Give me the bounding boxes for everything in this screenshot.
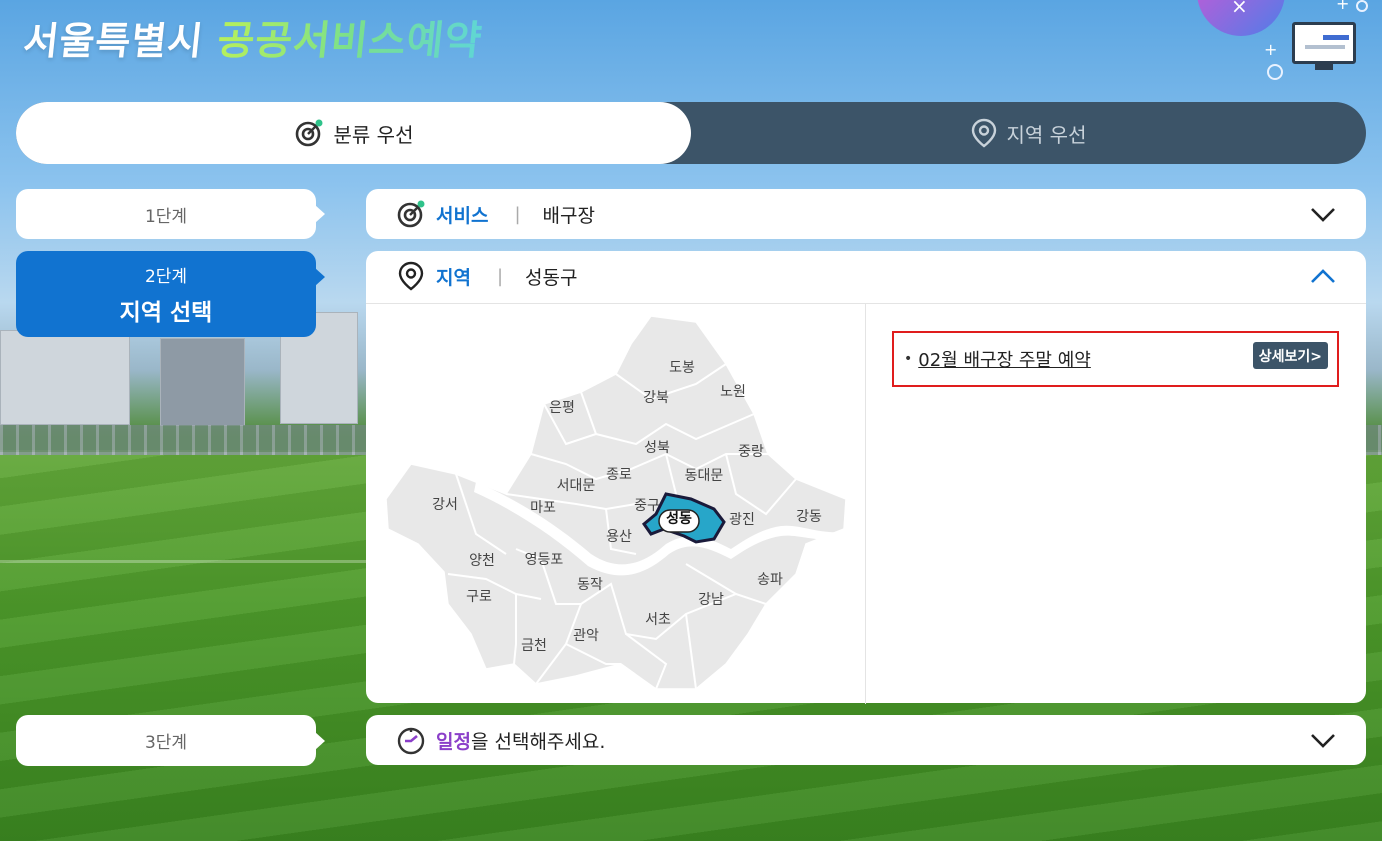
ring-decoration <box>1267 64 1283 80</box>
close-icon[interactable]: × <box>1231 0 1248 18</box>
step-3-label[interactable]: 3단계 <box>16 715 325 766</box>
region-panel-header[interactable]: 지역 | 성동구 <box>366 251 1366 301</box>
tab-category-first[interactable]: 분류 우선 <box>16 102 691 164</box>
service-panel-header[interactable]: 서비스 | 배구장 <box>366 189 1366 239</box>
field-line <box>0 560 366 563</box>
plus-decoration-icon: + <box>1336 0 1350 13</box>
chevron-down-icon[interactable] <box>1310 201 1336 227</box>
background-building <box>0 330 130 425</box>
monitor-stand-decoration <box>1315 64 1333 70</box>
service-panel: 서비스 | 배구장 <box>366 189 1366 239</box>
mode-toggle: 분류 우선 지역 우선 <box>16 102 1366 164</box>
monitor-icon <box>1292 22 1356 64</box>
result-title-link[interactable]: 02월 배구장 주말 예약 <box>918 346 1091 372</box>
tab-label: 지역 우선 <box>1006 122 1087 147</box>
view-detail-button[interactable]: 상세보기> <box>1252 342 1328 369</box>
divider: | <box>496 265 504 287</box>
schedule-panel-header[interactable]: 일정 을 선택해주세요. <box>366 715 1366 765</box>
divider: | <box>514 203 521 225</box>
chevron-down-icon[interactable] <box>1310 727 1336 753</box>
clock-icon <box>396 725 426 755</box>
site-logo[interactable]: 서울특별시 공공서비스예약 <box>21 8 484 68</box>
step-1-label[interactable]: 1단계 <box>16 189 325 239</box>
region-panel: 지역 | 성동구 도봉 노원 강북 은평 성북 중랑 종로 동대문 서대문 마포… <box>366 251 1366 704</box>
step-title: 지역 선택 <box>119 299 213 326</box>
seoul-district-map: 도봉 노원 강북 은평 성북 중랑 종로 동대문 서대문 마포 중구 성동 광진 강동 강서 용산 양천 영등포 동… <box>366 304 866 704</box>
tab-label: 분류 우선 <box>333 122 414 147</box>
region-key: 지역 <box>436 266 471 289</box>
bullet: • <box>904 351 913 367</box>
service-value: 배구장 <box>542 204 595 227</box>
chevron-up-icon[interactable] <box>1310 263 1336 289</box>
schedule-panel: 일정 을 선택해주세요. <box>366 715 1366 765</box>
logo-text-seoul: 서울특별시 <box>21 19 206 63</box>
tab-region-first[interactable]: 지역 우선 <box>691 102 1366 164</box>
step-number: 3단계 <box>144 733 188 753</box>
region-panel-body: 도봉 노원 강북 은평 성북 중랑 종로 동대문 서대문 마포 중구 성동 광진 강동 강서 용산 양천 영등포 동… <box>366 303 1366 704</box>
service-key: 서비스 <box>436 204 489 227</box>
location-pin-icon <box>971 118 996 148</box>
step-number: 1단계 <box>144 206 188 227</box>
step-2-label[interactable]: 2단계 지역 선택 <box>16 251 325 337</box>
target-icon <box>295 119 323 147</box>
target-icon <box>396 199 426 229</box>
schedule-key: 일정 <box>436 730 471 753</box>
plus-decoration-icon: + <box>1264 40 1278 59</box>
region-value: 성동구 <box>525 266 578 289</box>
step-number: 2단계 <box>144 266 188 287</box>
facility-result-list: • 02월 배구장 주말 예약 상세보기> <box>866 304 1366 704</box>
background-fence <box>0 425 370 455</box>
location-pin-icon <box>396 261 426 291</box>
result-item[interactable]: • 02월 배구장 주말 예약 상세보기> <box>892 331 1339 387</box>
schedule-prompt: 을 선택해주세요. <box>470 730 606 753</box>
ring-decoration <box>1356 0 1368 12</box>
logo-text-service: 공공서비스예약 <box>215 8 486 66</box>
map-district-label-selected[interactable]: 성동 <box>666 511 692 527</box>
background-building <box>160 338 245 426</box>
